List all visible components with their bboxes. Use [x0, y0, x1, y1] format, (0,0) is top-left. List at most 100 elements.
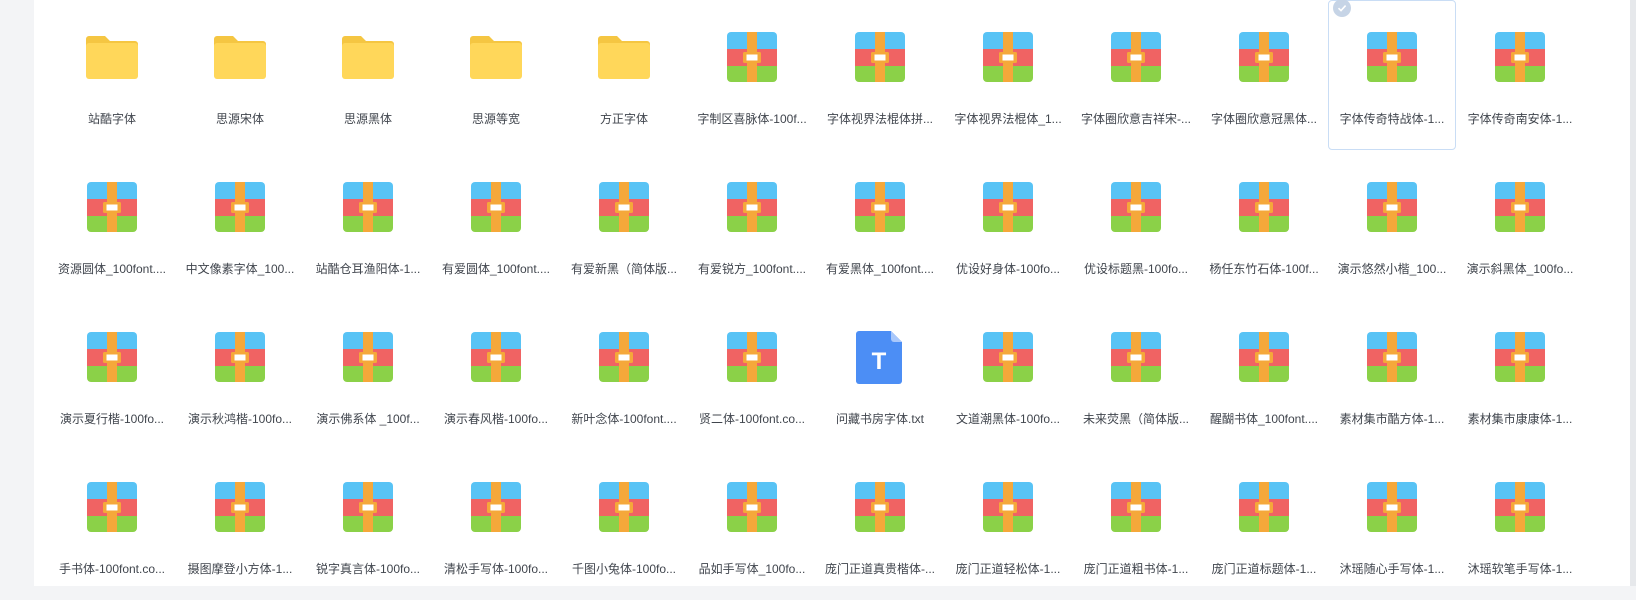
- file-item[interactable]: 演示夏行楷-100fo...: [48, 300, 176, 450]
- file-item[interactable]: 有爱锐方_100font....: [688, 150, 816, 300]
- folder-icon: [433, 27, 559, 87]
- file-item[interactable]: 字体视界法棍体拼...: [816, 0, 944, 150]
- file-name: 思源等宽: [471, 112, 520, 126]
- file-item[interactable]: 沐瑶随心手写体-1...: [1328, 450, 1456, 600]
- file-name: 未来荧黑（简体版...: [1082, 412, 1189, 426]
- file-item[interactable]: 字体传奇南安体-1...: [1456, 0, 1584, 150]
- archive-icon: [177, 327, 303, 387]
- file-name: 字体视界法棍体_1...: [954, 112, 1062, 126]
- file-item[interactable]: 演示悠然小楷_100...: [1328, 150, 1456, 300]
- file-item[interactable]: T 问藏书房字体.txt: [816, 300, 944, 450]
- file-name: 站酷仓耳渔阳体-1...: [315, 262, 421, 276]
- file-item[interactable]: 演示春风楷-100fo...: [432, 300, 560, 450]
- file-item[interactable]: 字制区喜脉体-100f...: [688, 0, 816, 150]
- file-item[interactable]: 优设标题黑-100fo...: [1072, 150, 1200, 300]
- file-item[interactable]: 素材集市康康体-1...: [1456, 300, 1584, 450]
- file-item[interactable]: 新叶念体-100font....: [560, 300, 688, 450]
- file-item[interactable]: 思源等宽: [432, 0, 560, 150]
- file-name: 演示秋鸿楷-100fo...: [187, 412, 293, 426]
- file-name: 字体传奇特战体-1...: [1339, 112, 1445, 126]
- archive-icon: [689, 27, 815, 87]
- archive-icon: [1457, 477, 1583, 537]
- archive-icon: [1329, 327, 1455, 387]
- archive-icon: [1329, 477, 1455, 537]
- archive-icon: [1457, 327, 1583, 387]
- file-item[interactable]: 有爱黑体_100font....: [816, 150, 944, 300]
- file-name: 思源黑体: [343, 112, 392, 126]
- archive-icon: [561, 327, 687, 387]
- file-name: 庞门正道粗书体-1...: [1083, 562, 1189, 576]
- file-grid-panel: 站酷字体 思源宋体 思源黑体 思源等宽 方正字体 字制区喜脉体-100f... …: [34, 0, 1630, 586]
- scrollbar-track[interactable]: [1630, 0, 1636, 586]
- file-name: 站酷字体: [87, 112, 136, 126]
- file-item[interactable]: 文道潮黑体-100fo...: [944, 300, 1072, 450]
- checkbox-checked-icon[interactable]: [1333, 0, 1351, 17]
- file-item[interactable]: 站酷字体: [48, 0, 176, 150]
- file-name: 字体圈欣意吉祥宋-...: [1081, 112, 1191, 126]
- file-item[interactable]: 贤二体-100font.co...: [688, 300, 816, 450]
- file-name: 有爱锐方_100font....: [697, 262, 807, 276]
- file-item[interactable]: 优设好身体-100fo...: [944, 150, 1072, 300]
- file-item[interactable]: 演示佛系体 _100f...: [304, 300, 432, 450]
- file-name: 演示夏行楷-100fo...: [59, 412, 165, 426]
- archive-icon: [945, 177, 1071, 237]
- file-item[interactable]: 演示秋鸿楷-100fo...: [176, 300, 304, 450]
- file-item[interactable]: 未来荧黑（简体版...: [1072, 300, 1200, 450]
- file-name: 摄图摩登小方体-1...: [187, 562, 293, 576]
- archive-icon: [817, 27, 943, 87]
- file-item[interactable]: 清松手写体-100fo...: [432, 450, 560, 600]
- file-name: 庞门正道轻松体-1...: [955, 562, 1061, 576]
- file-item[interactable]: 庞门正道轻松体-1...: [944, 450, 1072, 600]
- file-item[interactable]: 有爱圆体_100font....: [432, 150, 560, 300]
- file-item[interactable]: 手书体-100font.co...: [48, 450, 176, 600]
- file-name: 素材集市康康体-1...: [1467, 412, 1573, 426]
- file-item[interactable]: 中文像素字体_100...: [176, 150, 304, 300]
- file-item[interactable]: 庞门正道粗书体-1...: [1072, 450, 1200, 600]
- file-name: 演示悠然小楷_100...: [1337, 262, 1447, 276]
- file-item[interactable]: 杨任东竹石体-100f...: [1200, 150, 1328, 300]
- file-item[interactable]: 方正字体: [560, 0, 688, 150]
- svg-text:T: T: [872, 348, 887, 375]
- file-item[interactable]: 资源圆体_100font....: [48, 150, 176, 300]
- file-item[interactable]: 演示斜黑体_100fo...: [1456, 150, 1584, 300]
- archive-icon: [433, 327, 559, 387]
- file-item[interactable]: 锐字真言体-100fo...: [304, 450, 432, 600]
- file-name: 品如手写体_100fo...: [698, 562, 806, 576]
- file-item[interactable]: 字体视界法棍体_1...: [944, 0, 1072, 150]
- archive-icon: [49, 177, 175, 237]
- folder-icon: [49, 27, 175, 87]
- archive-icon: [1073, 327, 1199, 387]
- file-name: 优设好身体-100fo...: [955, 262, 1061, 276]
- file-item[interactable]: 素材集市酷方体-1...: [1328, 300, 1456, 450]
- file-item[interactable]: 沐瑶软笔手写体-1...: [1456, 450, 1584, 600]
- file-item[interactable]: 字体传奇特战体-1...: [1328, 0, 1456, 150]
- file-item[interactable]: 思源黑体: [304, 0, 432, 150]
- archive-icon: [49, 477, 175, 537]
- archive-icon: [1457, 27, 1583, 87]
- file-item[interactable]: 庞门正道标题体-1...: [1200, 450, 1328, 600]
- archive-icon: [177, 177, 303, 237]
- file-name: 优设标题黑-100fo...: [1083, 262, 1189, 276]
- file-name: 庞门正道真贵楷体-...: [825, 562, 935, 576]
- file-name: 醒醐书体_100font....: [1209, 412, 1319, 426]
- file-name: 沐瑶软笔手写体-1...: [1467, 562, 1573, 576]
- file-item[interactable]: 字体圈欣意冠黑体...: [1200, 0, 1328, 150]
- archive-icon: [945, 327, 1071, 387]
- file-name: 沐瑶随心手写体-1...: [1339, 562, 1445, 576]
- file-item[interactable]: 站酷仓耳渔阳体-1...: [304, 150, 432, 300]
- file-item[interactable]: 有爱新黑（简体版...: [560, 150, 688, 300]
- file-item[interactable]: 思源宋体: [176, 0, 304, 150]
- archive-icon: [1329, 27, 1455, 87]
- file-item[interactable]: 品如手写体_100fo...: [688, 450, 816, 600]
- file-item[interactable]: 字体圈欣意吉祥宋-...: [1072, 0, 1200, 150]
- file-name: 字制区喜脉体-100f...: [697, 112, 807, 126]
- file-name: 锐字真言体-100fo...: [315, 562, 421, 576]
- file-item[interactable]: 庞门正道真贵楷体-...: [816, 450, 944, 600]
- file-item[interactable]: 醒醐书体_100font....: [1200, 300, 1328, 450]
- file-name: 方正字体: [599, 112, 648, 126]
- file-item[interactable]: 摄图摩登小方体-1...: [176, 450, 304, 600]
- archive-icon: [305, 177, 431, 237]
- file-name: 有爱新黑（简体版...: [570, 262, 677, 276]
- file-item[interactable]: 千图小兔体-100fo...: [560, 450, 688, 600]
- archive-icon: [433, 177, 559, 237]
